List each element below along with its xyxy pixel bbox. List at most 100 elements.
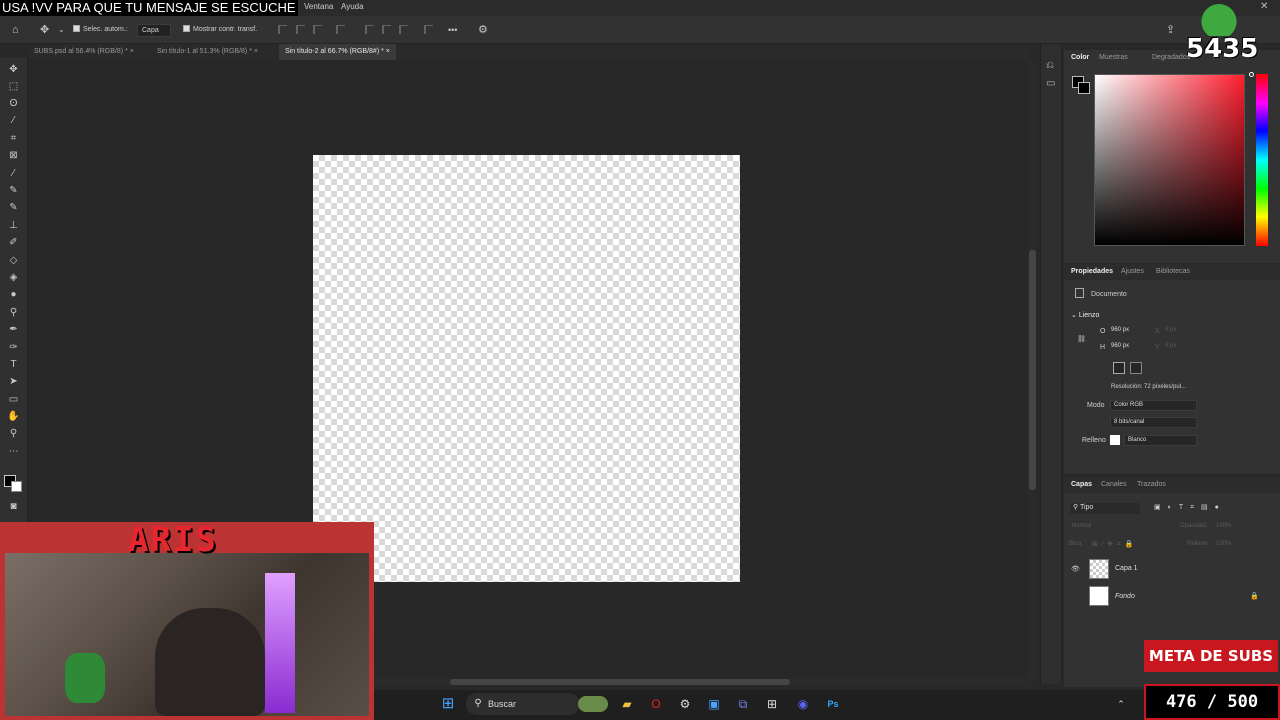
path-selection-tool-icon[interactable]: ➤: [5, 374, 22, 389]
magic-wand-tool-icon[interactable]: ⁄: [5, 113, 22, 128]
close-icon[interactable]: ×: [386, 48, 390, 55]
eyedropper-tool-icon[interactable]: ⁄: [5, 166, 22, 181]
healing-brush-tool-icon[interactable]: ✎: [5, 183, 22, 198]
photoshop-icon[interactable]: Ps: [825, 696, 841, 712]
width-input[interactable]: 960 px: [1108, 326, 1140, 337]
eye-icon[interactable]: 👁: [1071, 565, 1080, 573]
quick-mask-icon[interactable]: ◙: [5, 499, 22, 514]
paint-bucket-tool-icon[interactable]: ◈: [5, 270, 22, 285]
tab-adjustments[interactable]: Ajustes: [1121, 264, 1144, 280]
more-options-icon[interactable]: •••: [448, 16, 457, 44]
tab-sin-titulo-2[interactable]: Sin título-2 al 66.7% (RGB/8#) * ×: [279, 44, 396, 60]
opera-browser-icon[interactable]: O: [648, 696, 664, 712]
layer-name[interactable]: Fondo: [1115, 593, 1135, 600]
layer-filter-icons[interactable]: ▣◐T⌗▤●: [1154, 503, 1226, 512]
portrait-orientation-icon[interactable]: [1113, 362, 1125, 374]
vertical-scroll-thumb[interactable]: [1029, 250, 1036, 490]
y-input[interactable]: 0 px: [1162, 342, 1192, 353]
close-icon[interactable]: ×: [130, 48, 134, 55]
tab-paths[interactable]: Trazados: [1137, 477, 1166, 493]
gear-icon[interactable]: ⚙: [478, 16, 488, 44]
color-picker-cursor[interactable]: [1249, 72, 1254, 77]
tab-properties[interactable]: Propiedades: [1071, 264, 1113, 280]
align-right-icon[interactable]: [313, 25, 322, 34]
blur-tool-icon[interactable]: ●: [5, 287, 22, 302]
align-top-icon[interactable]: [365, 25, 374, 34]
zoom-tool-icon[interactable]: ⚲: [5, 426, 22, 441]
tab-gradients[interactable]: Degradados: [1152, 50, 1190, 66]
store-icon[interactable]: ⊞: [764, 696, 780, 712]
tab-color[interactable]: Color: [1071, 50, 1089, 66]
chevron-down-icon[interactable]: ⌄: [58, 16, 65, 44]
tab-channels[interactable]: Canales: [1101, 477, 1127, 493]
transparent-canvas[interactable]: [313, 155, 740, 582]
teams-icon[interactable]: ⧉: [735, 696, 751, 712]
pen-tool-icon[interactable]: ✒: [5, 322, 22, 337]
menu-ventana[interactable]: Ventana: [304, 2, 333, 11]
link-icon[interactable]: ⛓: [1077, 335, 1086, 343]
discord-icon[interactable]: ◉: [795, 696, 811, 712]
file-explorer-icon[interactable]: ▰: [619, 696, 635, 712]
close-window-icon[interactable]: ✕: [1260, 1, 1268, 12]
close-icon[interactable]: ×: [254, 48, 258, 55]
x-input[interactable]: 0 px: [1162, 326, 1192, 337]
comment-icon[interactable]: ▭: [1046, 78, 1055, 89]
pen-tool-icon[interactable]: ✑: [5, 340, 22, 355]
auto-select-checkbox[interactable]: Selec. autom.:: [73, 16, 128, 44]
app-icon[interactable]: ▣: [706, 696, 722, 712]
move-tool-icon[interactable]: ✥: [5, 62, 22, 77]
menu-ayuda[interactable]: Ayuda: [341, 2, 364, 11]
distribute-icon[interactable]: [336, 25, 345, 34]
background-color-swatch[interactable]: [11, 481, 22, 492]
hue-slider[interactable]: [1256, 74, 1268, 246]
mode-dropdown[interactable]: Color RGB: [1110, 400, 1197, 411]
lasso-tool-icon[interactable]: ʘ: [5, 96, 22, 111]
history-icon[interactable]: ⎌: [1046, 60, 1054, 71]
auto-select-dropdown[interactable]: Capa: [137, 24, 171, 37]
canvas-section-toggle[interactable]: ⌄ Lienzo: [1071, 311, 1099, 319]
align-left-icon[interactable]: [278, 25, 287, 34]
frame-tool-icon[interactable]: ⊠: [5, 148, 22, 163]
stamp-tool-icon[interactable]: ⊥: [5, 218, 22, 233]
chevron-up-icon[interactable]: ⌃: [1113, 696, 1129, 712]
tab-subs[interactable]: SUBS.psd al 56.4% (RGB/8) * ×: [28, 44, 140, 60]
align-middle-icon[interactable]: [382, 25, 391, 34]
layer-filter-dropdown[interactable]: ⚲ Tipo: [1070, 503, 1140, 514]
widgets-icon[interactable]: [578, 696, 608, 712]
show-transform-checkbox[interactable]: Mostrar contr. transf.: [183, 16, 257, 44]
distribute-vertical-icon[interactable]: [424, 25, 433, 34]
type-tool-icon[interactable]: T: [5, 357, 22, 372]
brush-tool-icon[interactable]: ✎: [5, 200, 22, 215]
move-tool-icon[interactable]: ✥: [40, 16, 49, 44]
align-center-icon[interactable]: [296, 25, 305, 34]
align-bottom-icon[interactable]: [399, 25, 408, 34]
rectangle-tool-icon[interactable]: ▭: [5, 392, 22, 407]
history-brush-tool-icon[interactable]: ✐: [5, 235, 22, 250]
tab-swatches[interactable]: Muestras: [1099, 50, 1128, 66]
color-picker-field[interactable]: [1094, 74, 1245, 246]
eraser-tool-icon[interactable]: ◇: [5, 253, 22, 268]
dodge-tool-icon[interactable]: ⚲: [5, 305, 22, 320]
settings-app-icon[interactable]: ⚙: [677, 696, 693, 712]
fill-dropdown[interactable]: Blanco: [1124, 435, 1197, 446]
tab-layers[interactable]: Capas: [1071, 477, 1092, 493]
horizontal-scroll-thumb[interactable]: [450, 679, 790, 685]
share-icon[interactable]: ⇪: [1166, 16, 1175, 44]
fill-color-swatch[interactable]: [1110, 435, 1120, 445]
bit-depth-dropdown[interactable]: 8 bits/canal: [1110, 417, 1197, 428]
fill-opacity-input[interactable]: 100%: [1216, 541, 1231, 547]
more-tools-icon[interactable]: ⋯: [5, 444, 22, 459]
opacity-input[interactable]: 100%: [1216, 523, 1231, 529]
home-icon[interactable]: ⌂: [12, 16, 19, 44]
height-input[interactable]: 960 px: [1108, 342, 1140, 353]
lock-icons[interactable]: ⊠⁄✥⌗🔒: [1092, 540, 1138, 549]
layer-name[interactable]: Capa 1: [1115, 565, 1138, 572]
tab-libraries[interactable]: Bibliotecas: [1156, 264, 1190, 280]
marquee-tool-icon[interactable]: ⬚: [5, 79, 22, 94]
blend-mode-dropdown[interactable]: Normal: [1072, 523, 1091, 529]
tab-sin-titulo-1[interactable]: Sin título-1 al 51.3% (RGB/8) * ×: [151, 44, 264, 60]
background-color-swatch[interactable]: [1078, 82, 1090, 94]
windows-start-icon[interactable]: ⊞: [440, 696, 456, 712]
landscape-orientation-icon[interactable]: [1130, 362, 1142, 374]
hand-tool-icon[interactable]: ✋: [5, 409, 22, 424]
